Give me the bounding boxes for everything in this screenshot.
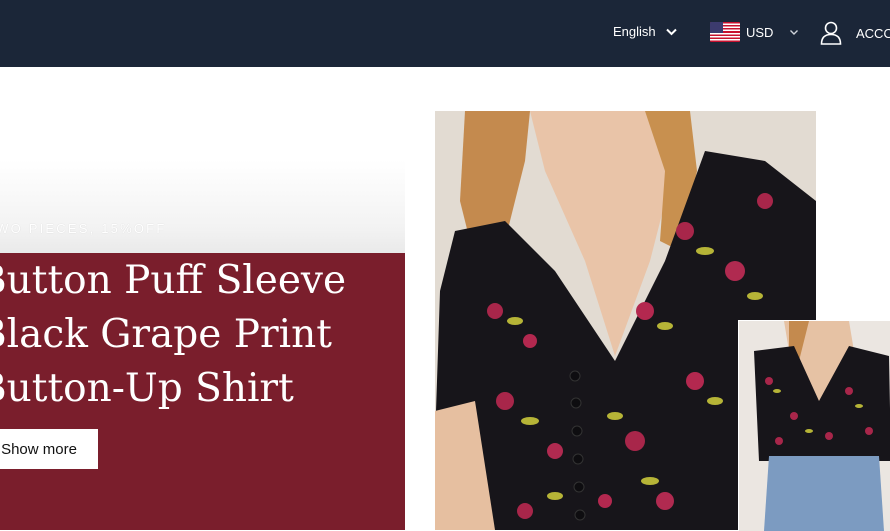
- top-header: English USD ACCOUNT: [0, 0, 890, 67]
- hero-title-line: Button-Up Shirt: [0, 366, 294, 411]
- hero-title: Button Puff Sleeve Black Grape Print But…: [0, 254, 398, 416]
- account-link[interactable]: ACCOUNT: [820, 21, 890, 45]
- language-selector[interactable]: English: [613, 24, 677, 39]
- currency-selector[interactable]: USD: [710, 22, 799, 42]
- promo-text: TWO PIECES, 15%OFF: [0, 221, 167, 236]
- hero-title-line: Black Grape Print: [0, 312, 332, 357]
- hero-title-line: Button Puff Sleeve: [0, 258, 347, 303]
- user-icon: [820, 21, 842, 45]
- language-label: English: [613, 24, 656, 39]
- hero-fade-band: [0, 160, 405, 255]
- show-more-button[interactable]: Show more: [0, 429, 98, 469]
- chevron-down-icon: [665, 28, 677, 35]
- chevron-down-icon: [790, 30, 799, 35]
- account-label: ACCOUNT: [856, 25, 890, 41]
- product-photo-thumbnail[interactable]: [738, 320, 890, 531]
- currency-label: USD: [746, 24, 774, 40]
- us-flag-icon: [710, 22, 740, 42]
